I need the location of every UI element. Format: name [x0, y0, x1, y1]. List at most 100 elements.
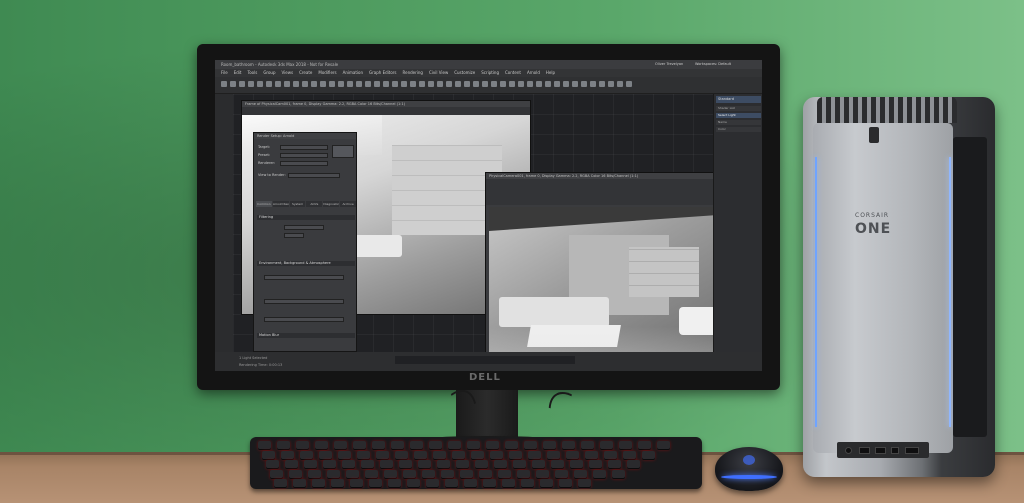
menu-item[interactable]: Rendering	[403, 69, 423, 77]
menu-item[interactable]: Help	[546, 69, 555, 77]
toolbar-tool-icon[interactable]	[572, 81, 578, 87]
menu-item[interactable]: Civil View	[429, 69, 448, 77]
toolbar-tool-icon[interactable]	[590, 81, 596, 87]
toolbar-tool-icon[interactable]	[266, 81, 272, 87]
toolbar-tool-icon[interactable]	[401, 81, 407, 87]
command-panel-row[interactable]: Color	[716, 127, 761, 132]
menu-item[interactable]: Tools	[247, 69, 257, 77]
width-field[interactable]	[284, 233, 304, 238]
toolbar-tool-icon[interactable]	[248, 81, 254, 87]
target-select[interactable]	[280, 145, 328, 150]
filter-field[interactable]	[284, 225, 324, 230]
environment-field[interactable]	[264, 275, 344, 280]
toolbar-tool-icon[interactable]	[455, 81, 461, 87]
section-environment[interactable]: Environment, Background & Atmosphere	[257, 261, 355, 266]
command-panel-header[interactable]: Standard	[716, 96, 761, 103]
toolbar-tool-icon[interactable]	[626, 81, 632, 87]
render-setup-tab[interactable]: AOVs	[306, 201, 323, 207]
menu-item[interactable]: Arnold	[527, 69, 540, 77]
toolbar-tool-icon[interactable]	[554, 81, 560, 87]
toolbar-tool-icon[interactable]	[482, 81, 488, 87]
menu-item[interactable]: Content	[505, 69, 521, 77]
menu-item[interactable]: Modifiers	[318, 69, 336, 77]
menu-item[interactable]: Edit	[234, 69, 242, 77]
hdmi-port[interactable]	[905, 447, 919, 454]
toolbar-tool-icon[interactable]	[275, 81, 281, 87]
toolbar-tool-icon[interactable]	[527, 81, 533, 87]
render-setup-dialog[interactable]: Render Setup: Arnold Target: Preset: Ren…	[253, 132, 357, 352]
menu-item[interactable]: Graph Editors	[369, 69, 396, 77]
render-setup-tab[interactable]: Arnold Renderer	[272, 201, 289, 207]
render-setup-tab[interactable]: Archive	[340, 201, 356, 207]
renderer-label: Renderer:	[258, 161, 276, 165]
toolbar-tool-icon[interactable]	[563, 81, 569, 87]
toolbar-tool-icon[interactable]	[374, 81, 380, 87]
toolbar-tool-icon[interactable]	[302, 81, 308, 87]
toolbar-tool-icon[interactable]	[473, 81, 479, 87]
menu-item[interactable]: Views	[282, 69, 294, 77]
toolbar-tool-icon[interactable]	[392, 81, 398, 87]
toolbar-tool-icon[interactable]	[464, 81, 470, 87]
toolbar-tool-icon[interactable]	[437, 81, 443, 87]
toolbar-tool-icon[interactable]	[284, 81, 290, 87]
renderer-select[interactable]	[280, 161, 328, 166]
menu-item[interactable]: Customize	[454, 69, 475, 77]
render-setup-tab[interactable]: System	[289, 201, 306, 207]
toolbar-tool-icon[interactable]	[608, 81, 614, 87]
toolbar-tool-icon[interactable]	[230, 81, 236, 87]
account-name[interactable]: Oliver Trevelyan	[655, 62, 683, 66]
workspace-selector[interactable]: Workspaces: Default	[695, 62, 731, 66]
menu-item[interactable]: Scripting	[481, 69, 499, 77]
keyboard-key	[600, 441, 613, 450]
toolbar-tool-icon[interactable]	[356, 81, 362, 87]
command-panel-row[interactable]: Shader List	[716, 106, 761, 111]
toolbar-tool-icon[interactable]	[347, 81, 353, 87]
preset-select[interactable]	[280, 153, 328, 158]
toolbar-tool-icon[interactable]	[491, 81, 497, 87]
toolbar-tool-icon[interactable]	[509, 81, 515, 87]
toolbar-tool-icon[interactable]	[518, 81, 524, 87]
toolbar-tool-icon[interactable]	[581, 81, 587, 87]
usb-c-port[interactable]	[891, 447, 899, 454]
menu-item[interactable]: File	[221, 69, 228, 77]
view-to-render-select[interactable]	[288, 173, 340, 178]
usb-port[interactable]	[859, 447, 870, 454]
toolbar-tool-icon[interactable]	[329, 81, 335, 87]
audio-port[interactable]	[845, 447, 852, 454]
toolbar-tool-icon[interactable]	[536, 81, 542, 87]
background-field[interactable]	[264, 299, 344, 304]
toolbar-tool-icon[interactable]	[365, 81, 371, 87]
section-motion-blur[interactable]: Motion Blur	[257, 333, 355, 338]
toolbar-tool-icon[interactable]	[320, 81, 326, 87]
toolbar-tool-icon[interactable]	[239, 81, 245, 87]
toolbar-tool-icon[interactable]	[428, 81, 434, 87]
menu-item[interactable]: Group	[263, 69, 275, 77]
menu-item[interactable]: Animation	[343, 69, 363, 77]
keyboard-key	[547, 450, 560, 460]
render-setup-tab[interactable]: Diagnostics	[323, 201, 340, 207]
atmosphere-field[interactable]	[264, 317, 344, 322]
toolbar-tool-icon[interactable]	[338, 81, 344, 87]
render-setup-tab[interactable]: Common	[256, 201, 272, 207]
toolbar-tool-icon[interactable]	[500, 81, 506, 87]
toolbar-tool-icon[interactable]	[257, 81, 263, 87]
section-filtering[interactable]: Filtering	[257, 215, 355, 220]
toolbar-tool-icon[interactable]	[419, 81, 425, 87]
power-button[interactable]	[869, 127, 879, 143]
keyboard-key	[494, 460, 507, 469]
command-panel-row[interactable]: Name	[716, 120, 761, 125]
usb-port[interactable]	[875, 447, 886, 454]
timeline-track[interactable]	[395, 356, 575, 364]
toolbar-tool-icon[interactable]	[446, 81, 452, 87]
toolbar-tool-icon[interactable]	[221, 81, 227, 87]
command-panel-row[interactable]: Select Light	[716, 113, 761, 118]
toolbar-tool-icon[interactable]	[599, 81, 605, 87]
toolbar-tool-icon[interactable]	[293, 81, 299, 87]
menu-item[interactable]: Create	[299, 69, 312, 77]
toolbar-tool-icon[interactable]	[617, 81, 623, 87]
toolbar-tool-icon[interactable]	[383, 81, 389, 87]
toolbar-tool-icon[interactable]	[545, 81, 551, 87]
toolbar-tool-icon[interactable]	[410, 81, 416, 87]
render-button[interactable]	[332, 145, 354, 158]
toolbar-tool-icon[interactable]	[311, 81, 317, 87]
